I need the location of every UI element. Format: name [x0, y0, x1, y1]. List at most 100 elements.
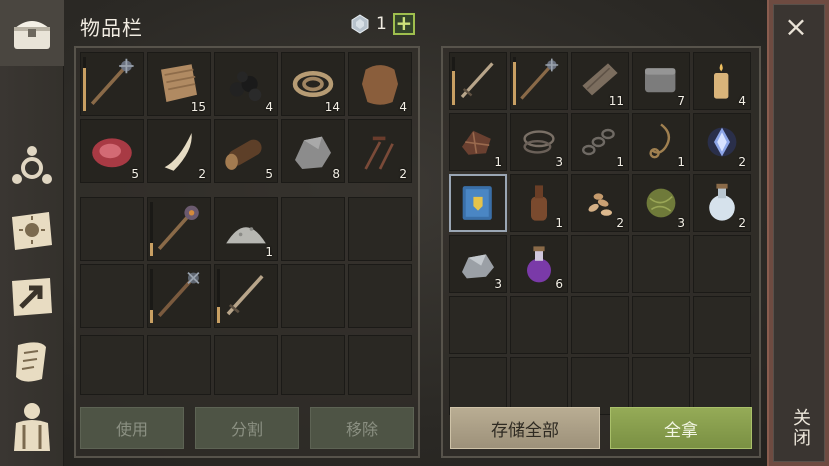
inventory-slot[interactable]: 3 [510, 113, 568, 171]
empty-slot[interactable] [348, 197, 412, 261]
empty-slots [80, 335, 412, 395]
sidebar-item-character[interactable] [8, 402, 56, 451]
split-button[interactable]: 分割 [195, 407, 299, 449]
inventory-slot[interactable] [449, 52, 507, 110]
empty-slot[interactable] [80, 264, 144, 328]
inventory-slot[interactable]: 5 [80, 119, 144, 183]
skills-icon [12, 146, 52, 184]
inventory-slot[interactable]: 2 [348, 119, 412, 183]
take-all-button[interactable]: 全拿 [610, 407, 752, 449]
item-count: 2 [399, 167, 407, 181]
close-label[interactable]: 关闭 [787, 408, 813, 448]
empty-slot[interactable] [281, 197, 345, 261]
durability-bar [150, 269, 153, 323]
empty-slot[interactable] [571, 235, 629, 293]
inventory-slot[interactable]: 2 [147, 119, 211, 183]
inventory-slot[interactable]: 6 [510, 235, 568, 293]
item-count: 5 [265, 167, 273, 181]
store-all-button[interactable]: 存储全部 [450, 407, 600, 449]
use-button[interactable]: 使用 [80, 407, 184, 449]
inventory-slot[interactable]: 11 [571, 52, 629, 110]
inventory-slot[interactable]: 1 [571, 113, 629, 171]
inventory-slot[interactable]: 2 [693, 174, 751, 232]
character-icon [14, 403, 50, 451]
empty-slot[interactable] [510, 296, 568, 354]
empty-slot[interactable] [632, 235, 690, 293]
inventory-slot[interactable]: 1 [510, 174, 568, 232]
item-count: 4 [265, 100, 273, 114]
remove-button[interactable]: 移除 [310, 407, 414, 449]
item-count: 1 [494, 155, 502, 169]
item-count: 3 [555, 155, 563, 169]
item-count: 2 [198, 167, 206, 181]
gem-icon [351, 14, 369, 34]
inventory-slot[interactable] [147, 197, 211, 261]
durability-bar [513, 57, 516, 105]
inventory-slot[interactable]: 7 [632, 52, 690, 110]
inventory-slot[interactable]: 4 [348, 52, 412, 116]
item-count: 4 [738, 94, 746, 108]
empty-slot[interactable] [693, 296, 751, 354]
inventory-slot[interactable]: 3 [632, 174, 690, 232]
item-count: 8 [332, 167, 340, 181]
inventory-slot[interactable] [147, 264, 211, 328]
empty-slot[interactable] [632, 296, 690, 354]
empty-slot[interactable] [214, 335, 278, 395]
inventory-slot[interactable] [214, 264, 278, 328]
chest-icon [14, 21, 50, 49]
empty-slot[interactable] [348, 335, 412, 395]
inventory-slot[interactable]: 1 [214, 197, 278, 261]
empty-slot[interactable] [449, 296, 507, 354]
empty-slot[interactable] [281, 264, 345, 328]
empty-slot[interactable] [571, 296, 629, 354]
close-icon[interactable]: × [783, 13, 809, 41]
item-count: 2 [738, 216, 746, 230]
gem-counter: 1 + [350, 13, 415, 35]
item-count: 1 [265, 245, 273, 259]
add-gems-button[interactable]: + [392, 13, 415, 35]
item-count: 2 [616, 216, 624, 230]
empty-slot[interactable] [80, 335, 144, 395]
item-count: 7 [677, 94, 685, 108]
sidebar-item-skills[interactable] [8, 142, 56, 190]
empty-slot[interactable] [693, 235, 751, 293]
inventory-slot[interactable]: 3 [449, 235, 507, 293]
item-count: 5 [131, 167, 139, 181]
inventory-slot[interactable]: 1 [449, 113, 507, 171]
empty-slot[interactable] [80, 197, 144, 261]
inventory-slot[interactable]: 2 [571, 174, 629, 232]
inventory-slot[interactable]: 5 [214, 119, 278, 183]
arrow-map-icon [12, 278, 52, 316]
empty-slot[interactable] [348, 264, 412, 328]
sword-icon [460, 62, 494, 99]
durability-bar [452, 57, 455, 105]
sidebar [0, 0, 64, 466]
durability-bar [150, 202, 153, 256]
sidebar-item-quests[interactable] [8, 338, 56, 386]
inventory-slot[interactable]: 8 [281, 119, 345, 183]
durability-bar [83, 57, 86, 111]
inventory-slot[interactable]: 2 [693, 113, 751, 171]
sidebar-item-events[interactable] [8, 207, 56, 255]
inventory-slot[interactable]: 1 [632, 113, 690, 171]
inventory-slot[interactable]: 4 [693, 52, 751, 110]
inventory-slot[interactable]: 15 [147, 52, 211, 116]
item-count: 1 [616, 155, 624, 169]
inventory-slot[interactable] [80, 52, 144, 116]
mace-icon [520, 58, 559, 100]
spiked-mace-icon [157, 271, 200, 318]
item-count: 1 [677, 155, 685, 169]
empty-slot[interactable] [147, 335, 211, 395]
inventory-slot[interactable] [449, 174, 507, 232]
item-count: 1 [555, 216, 563, 230]
sidebar-item-map[interactable] [8, 273, 56, 321]
book-icon [462, 186, 492, 220]
inventory-slot[interactable]: 14 [281, 52, 345, 116]
equipment-grid: 1 [80, 197, 412, 328]
close-sidebar[interactable]: × 关闭 [767, 0, 829, 466]
empty-slot[interactable] [281, 335, 345, 395]
item-count: 6 [555, 277, 563, 291]
inventory-slot[interactable] [510, 52, 568, 110]
inventory-slot[interactable]: 4 [214, 52, 278, 116]
sidebar-item-inventory[interactable] [0, 0, 64, 66]
